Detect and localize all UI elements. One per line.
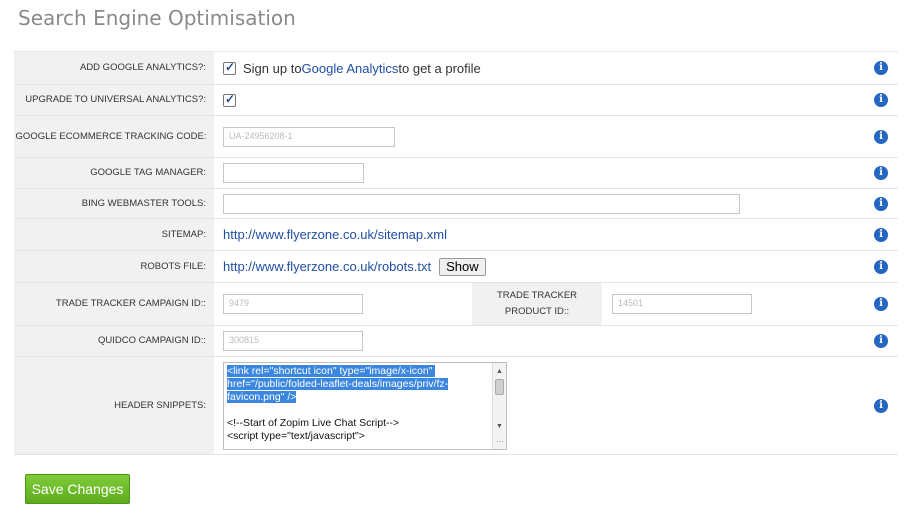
row-quidco: QUIDCO CAMPAIGN ID:: 300815 i bbox=[14, 325, 898, 356]
row-sitemap: SITEMAP: http://www.flyerzone.co.uk/site… bbox=[14, 218, 898, 250]
show-robots-button[interactable]: Show bbox=[439, 257, 486, 276]
row-add-google-analytics: ADD GOOGLE ANALYTICS?: Sign up to Google… bbox=[14, 51, 898, 84]
info-icon[interactable]: i bbox=[874, 93, 888, 107]
sitemap-label: SITEMAP: bbox=[14, 219, 214, 250]
scroll-thumb[interactable] bbox=[495, 378, 504, 395]
google-tag-manager-label: GOOGLE TAG MANAGER: bbox=[14, 158, 214, 188]
page-title: Search Engine Optimisation bbox=[18, 6, 296, 30]
row-bing-webmaster: BING WEBMASTER TOOLS: i bbox=[14, 188, 898, 218]
ecommerce-tracking-label: GOOGLE ECOMMERCE TRACKING CODE: bbox=[14, 116, 214, 157]
info-icon[interactable]: i bbox=[874, 166, 888, 180]
row-ecommerce-tracking: GOOGLE ECOMMERCE TRACKING CODE: UA-24956… bbox=[14, 115, 898, 157]
info-icon[interactable]: i bbox=[874, 61, 888, 75]
info-icon[interactable]: i bbox=[874, 398, 888, 413]
quidco-campaign-input[interactable]: 300815 bbox=[223, 331, 363, 351]
selected-snippet-text: <link rel="shortcut icon" type="image/x-… bbox=[227, 364, 449, 403]
robots-file-link[interactable]: http://www.flyerzone.co.uk/robots.txt bbox=[223, 259, 431, 274]
snippet-text: <!--Start of Zopim Live Chat Script--> <… bbox=[227, 416, 400, 442]
seo-form: ADD GOOGLE ANALYTICS?: Sign up to Google… bbox=[14, 51, 898, 455]
row-robots-file: ROBOTS FILE: http://www.flyerzone.co.uk/… bbox=[14, 250, 898, 282]
scroll-up-icon[interactable]: ▲ bbox=[496, 365, 503, 378]
scroll-down-icon[interactable]: ▼ bbox=[496, 420, 503, 433]
info-icon[interactable]: i bbox=[874, 196, 888, 211]
header-snippets-textarea[interactable]: <link rel="shortcut icon" type="image/x-… bbox=[223, 361, 507, 450]
robots-file-label: ROBOTS FILE: bbox=[14, 251, 214, 282]
info-icon[interactable]: i bbox=[874, 129, 888, 144]
google-tag-manager-input[interactable] bbox=[223, 163, 364, 183]
info-icon[interactable]: i bbox=[874, 227, 888, 242]
upgrade-universal-analytics-checkbox[interactable] bbox=[223, 92, 236, 107]
info-icon[interactable]: i bbox=[874, 259, 888, 274]
trade-tracker-campaign-input[interactable]: 9479 bbox=[223, 294, 363, 314]
trade-tracker-campaign-label: TRADE TRACKER CAMPAIGN ID:: bbox=[14, 283, 214, 325]
upgrade-universal-analytics-label: UPGRADE TO UNIVERSAL ANALYTICS?: bbox=[14, 85, 214, 115]
trade-tracker-product-input[interactable]: 14501 bbox=[612, 294, 752, 314]
resize-grip-icon[interactable]: ⋯ bbox=[496, 435, 504, 448]
ga-signup-text-pre: Sign up to bbox=[243, 60, 302, 76]
google-analytics-link[interactable]: Google Analytics bbox=[302, 61, 399, 76]
bing-webmaster-input[interactable] bbox=[223, 193, 740, 214]
row-header-snippets: HEADER SNIPPETS: <link rel="shortcut ico… bbox=[14, 356, 898, 455]
row-trade-tracker: TRADE TRACKER CAMPAIGN ID:: 9479 TRADE T… bbox=[14, 282, 898, 325]
header-snippets-label: HEADER SNIPPETS: bbox=[14, 357, 214, 454]
ecommerce-tracking-input[interactable]: UA-24956208-1 bbox=[223, 126, 395, 147]
ga-signup-text-post: to get a profile bbox=[398, 60, 481, 76]
info-icon[interactable]: i bbox=[874, 297, 888, 311]
add-google-analytics-label: ADD GOOGLE ANALYTICS?: bbox=[14, 52, 214, 84]
row-google-tag-manager: GOOGLE TAG MANAGER: i bbox=[14, 157, 898, 188]
add-google-analytics-checkbox[interactable] bbox=[223, 60, 236, 75]
quidco-campaign-label: QUIDCO CAMPAIGN ID:: bbox=[14, 326, 214, 356]
row-upgrade-universal-analytics: UPGRADE TO UNIVERSAL ANALYTICS?: i bbox=[14, 84, 898, 115]
info-icon[interactable]: i bbox=[874, 334, 888, 348]
sitemap-link[interactable]: http://www.flyerzone.co.uk/sitemap.xml bbox=[223, 227, 447, 242]
bing-webmaster-label: BING WEBMASTER TOOLS: bbox=[14, 189, 214, 218]
save-changes-button[interactable]: Save Changes bbox=[25, 474, 130, 504]
trade-tracker-product-label: TRADE TRACKER PRODUCT ID:: bbox=[472, 283, 602, 325]
